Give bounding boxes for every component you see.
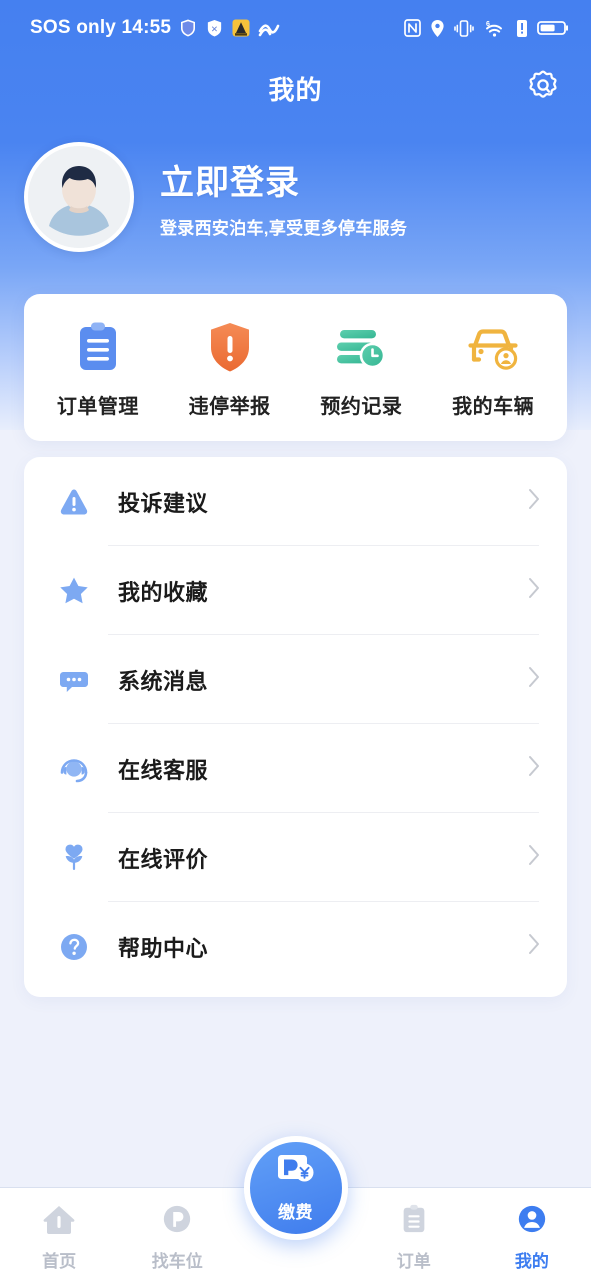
quick-action-label: 违停举报 — [188, 396, 271, 418]
location-icon — [430, 19, 445, 38]
quick-action-my-vehicles[interactable]: 我的车辆 — [427, 320, 559, 419]
chevron-right-icon — [527, 843, 541, 872]
chevron-right-icon — [527, 932, 541, 961]
list-clock-icon — [333, 320, 389, 376]
menu-item-label: 系统消息 — [118, 668, 209, 694]
tab-label: 找车位 — [151, 1251, 203, 1271]
svg-text:✕: ✕ — [211, 23, 218, 33]
status-bar: SOS only 14:55 ✕ 6 — [0, 0, 591, 56]
question-circle-icon — [52, 930, 96, 964]
bug-app-icon: ✕ — [205, 19, 224, 38]
shield-app-icon — [178, 18, 198, 38]
tab-orders[interactable]: 订单 — [355, 1188, 473, 1280]
warning-triangle-icon — [52, 485, 96, 519]
profile-section[interactable]: 立即登录 登录西安泊车,享受更多停车服务 — [0, 120, 591, 252]
quick-action-order-management[interactable]: 订单管理 — [32, 320, 164, 419]
title-bar: 我的 — [0, 56, 591, 120]
login-subtitle: 登录西安泊车,享受更多停车服务 — [160, 219, 408, 238]
car-user-icon — [464, 320, 522, 376]
menu-item-complaints[interactable]: 投诉建议 — [24, 457, 567, 546]
avatar[interactable] — [24, 142, 134, 252]
menu-item-label: 在线评价 — [118, 846, 209, 872]
carrier-and-time: SOS only 14:55 — [30, 17, 172, 38]
quick-actions-card: 订单管理 违停举报 预约记录 我的车辆 — [24, 294, 567, 441]
login-title[interactable]: 立即登录 — [160, 155, 407, 204]
vibrate-icon — [454, 19, 474, 38]
clipboard-icon — [399, 1203, 429, 1240]
chevron-right-icon — [527, 487, 541, 516]
quick-action-label: 订单管理 — [56, 396, 139, 418]
wifi6-icon: 6 — [483, 19, 507, 38]
tab-label: 我的 — [514, 1251, 549, 1271]
chevron-right-icon — [527, 665, 541, 694]
menu-item-online-service[interactable]: 在线客服 — [24, 724, 567, 813]
page-title: 我的 — [268, 74, 323, 105]
menu-item-help-center[interactable]: 帮助中心 — [24, 902, 567, 991]
tab-find-parking[interactable]: 找车位 — [118, 1188, 236, 1280]
heart-flower-icon — [52, 841, 96, 875]
fab-label: 缴费 — [278, 1203, 313, 1222]
wave-app-icon — [258, 18, 280, 38]
status-bar-left: SOS only 14:55 ✕ — [30, 17, 280, 39]
gear-icon — [526, 69, 560, 108]
alert-icon — [516, 19, 528, 38]
pay-fab-button[interactable]: 缴费 — [243, 1136, 348, 1240]
chevron-right-icon — [527, 754, 541, 783]
shield-alert-icon — [204, 320, 256, 376]
quick-action-reservation-records[interactable]: 预约记录 — [296, 320, 428, 419]
tab-label: 订单 — [396, 1251, 431, 1271]
menu-item-label: 帮助中心 — [118, 935, 209, 961]
menu-item-online-review[interactable]: 在线评价 — [24, 813, 567, 902]
star-icon — [52, 574, 96, 608]
clipboard-icon — [72, 320, 124, 376]
profile-text: 立即登录 登录西安泊车,享受更多停车服务 — [160, 155, 407, 239]
quick-action-label: 我的车辆 — [452, 396, 535, 418]
person-icon — [515, 1203, 549, 1240]
battery-icon — [537, 19, 569, 37]
tab-home[interactable]: 首页 — [0, 1188, 118, 1280]
menu-item-label: 在线客服 — [118, 757, 209, 783]
home-icon — [42, 1203, 76, 1240]
nfc-icon — [404, 19, 421, 37]
default-user-avatar-icon — [28, 146, 130, 248]
parking-p-icon — [160, 1203, 194, 1240]
warning-app-icon — [231, 18, 251, 38]
quick-action-violation-report[interactable]: 违停举报 — [164, 320, 296, 419]
parking-pay-icon — [273, 1153, 319, 1196]
headset-icon — [52, 752, 96, 786]
chevron-right-icon — [527, 576, 541, 605]
tab-label: 首页 — [42, 1251, 77, 1271]
menu-card: 投诉建议 我的收藏 系统消息 在线客服 在线评价 帮助中心 — [24, 457, 567, 997]
quick-action-label: 预约记录 — [320, 396, 403, 418]
menu-item-favorites[interactable]: 我的收藏 — [24, 546, 567, 635]
menu-item-system-messages[interactable]: 系统消息 — [24, 635, 567, 724]
chat-bubble-icon — [52, 663, 96, 697]
tab-mine[interactable]: 我的 — [473, 1188, 591, 1280]
menu-item-label: 我的收藏 — [118, 579, 209, 605]
menu-item-label: 投诉建议 — [118, 490, 209, 516]
status-bar-right: 6 — [404, 19, 569, 38]
settings-button[interactable] — [523, 68, 563, 108]
